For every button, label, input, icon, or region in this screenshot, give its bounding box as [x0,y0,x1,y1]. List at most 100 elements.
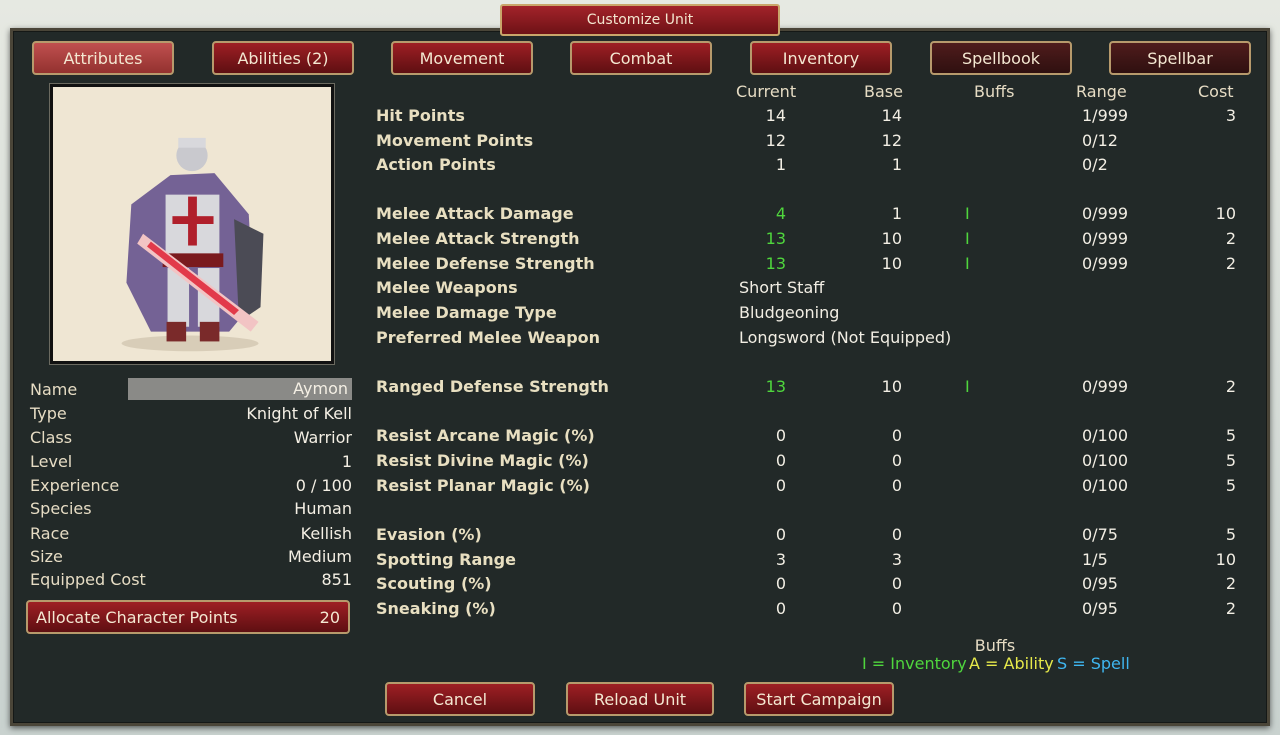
stat-current: 0 [775,525,786,544]
experience-row: Experience 0 / 100 [30,473,352,497]
stat-label: Ranged Defense Strength [376,377,609,396]
cost-value: 851 [321,569,352,589]
size-value: Medium [288,546,352,566]
stat-buff: I [965,254,970,273]
stat-range: 0/999 [1082,229,1129,248]
tab-movement[interactable]: Movement [391,41,533,75]
stat-label: Preferred Melee Weapon [376,328,601,347]
type-value: Knight of Kell [246,403,352,423]
stat-cost: 5 [1225,426,1236,445]
species-row: Species Human [30,496,352,520]
stat-label: Resist Divine Magic (%) [376,451,589,470]
stat-range: 0/999 [1082,254,1129,273]
stat-label: Hit Points [376,106,465,125]
stat-range: 0/2 [1082,155,1108,174]
stat-base: 10 [881,254,902,273]
stat-label: Melee Attack Strength [376,229,580,248]
stat-label: Melee Damage Type [376,303,557,322]
stat-range: 0/100 [1082,476,1129,495]
tab-combat[interactable]: Combat [570,41,712,75]
buffs-legend-title: Buffs [974,636,1016,655]
allocate-points-button[interactable]: Allocate Character Points 20 [26,600,350,634]
stat-cost: 2 [1225,377,1236,396]
col-range: Range [1076,82,1127,101]
name-label: Name [30,379,78,399]
stat-label: Resist Arcane Magic (%) [376,426,595,445]
stat-base: 1 [891,204,902,223]
stat-cost: 3 [1225,106,1236,125]
stat-label: Resist Planar Magic (%) [376,476,590,495]
stat-range: 0/95 [1082,574,1118,593]
stat-cost: 2 [1225,229,1236,248]
stat-label: Melee Attack Damage [376,204,574,223]
stat-base: 0 [891,574,902,593]
start-campaign-button[interactable]: Start Campaign [744,682,894,716]
stat-value: Short Staff [739,278,825,297]
stat-current: 0 [775,574,786,593]
class-value: Warrior [293,427,352,447]
tab-inventory[interactable]: Inventory [750,41,892,75]
species-value: Human [294,498,352,518]
tab-spellbar[interactable]: Spellbar [1109,41,1251,75]
class-row: Class Warrior [30,425,352,449]
stat-cost: 2 [1225,599,1236,618]
experience-value: 0 / 100 [295,475,352,495]
stat-cost: 2 [1225,574,1236,593]
stat-base: 10 [881,229,902,248]
stat-current: 1 [775,155,786,174]
stat-current: 13 [765,254,786,273]
unit-portrait [50,84,334,364]
tab-spellbook[interactable]: Spellbook [930,41,1072,75]
stat-base: 0 [891,426,902,445]
stat-range: 0/100 [1082,426,1129,445]
col-current: Current [736,82,797,101]
window-title: Customize Unit [500,4,780,36]
stat-range: 0/75 [1082,525,1118,544]
stat-label: Melee Defense Strength [376,254,595,273]
stat-buff: I [965,229,970,248]
stat-value: Bludgeoning [739,303,840,322]
stat-current: 4 [775,204,786,223]
stat-base: 12 [881,131,902,150]
stat-current: 0 [775,426,786,445]
stat-base: 1 [891,155,902,174]
stat-label: Action Points [376,155,496,174]
stat-cost: 5 [1225,476,1236,495]
cancel-button[interactable]: Cancel [385,682,535,716]
size-row: Size Medium [30,544,352,568]
legend-spell: S = Spell [1057,654,1130,673]
legend-ability: A = Ability [969,654,1054,673]
class-label: Class [30,427,73,447]
name-input[interactable]: Aymon [128,378,352,400]
stat-current: 13 [765,229,786,248]
cost-label: Equipped Cost [30,569,146,589]
name-row: Name Aymon [30,377,352,401]
reload-unit-button[interactable]: Reload Unit [566,682,714,716]
stat-current: 12 [765,131,786,150]
legend-inventory: I = Inventory [862,654,967,673]
tab-attributes[interactable]: Attributes [32,41,174,75]
stat-range: 0/999 [1082,204,1129,223]
col-cost: Cost [1198,82,1234,101]
stat-current: 0 [775,599,786,618]
stat-base: 10 [881,377,902,396]
stat-label: Movement Points [376,131,534,150]
col-base: Base [864,82,903,101]
stat-buff: I [965,204,970,223]
stat-range: 1/999 [1082,106,1129,125]
tab-abilities[interactable]: Abilities (2) [212,41,354,75]
size-label: Size [30,546,63,566]
stat-range: 0/100 [1082,451,1129,470]
stat-cost: 5 [1225,525,1236,544]
stat-base: 0 [891,525,902,544]
knight-figure-image [53,87,331,361]
stat-current: 3 [775,550,786,569]
stat-label: Scouting (%) [376,574,492,593]
col-buffs: Buffs [974,82,1015,101]
allocate-label: Allocate Character Points [36,607,238,627]
stat-label: Melee Weapons [376,278,518,297]
stat-current: 0 [775,476,786,495]
stat-cost: 2 [1225,254,1236,273]
stat-cost: 10 [1215,204,1236,223]
stat-label: Evasion (%) [376,525,482,544]
